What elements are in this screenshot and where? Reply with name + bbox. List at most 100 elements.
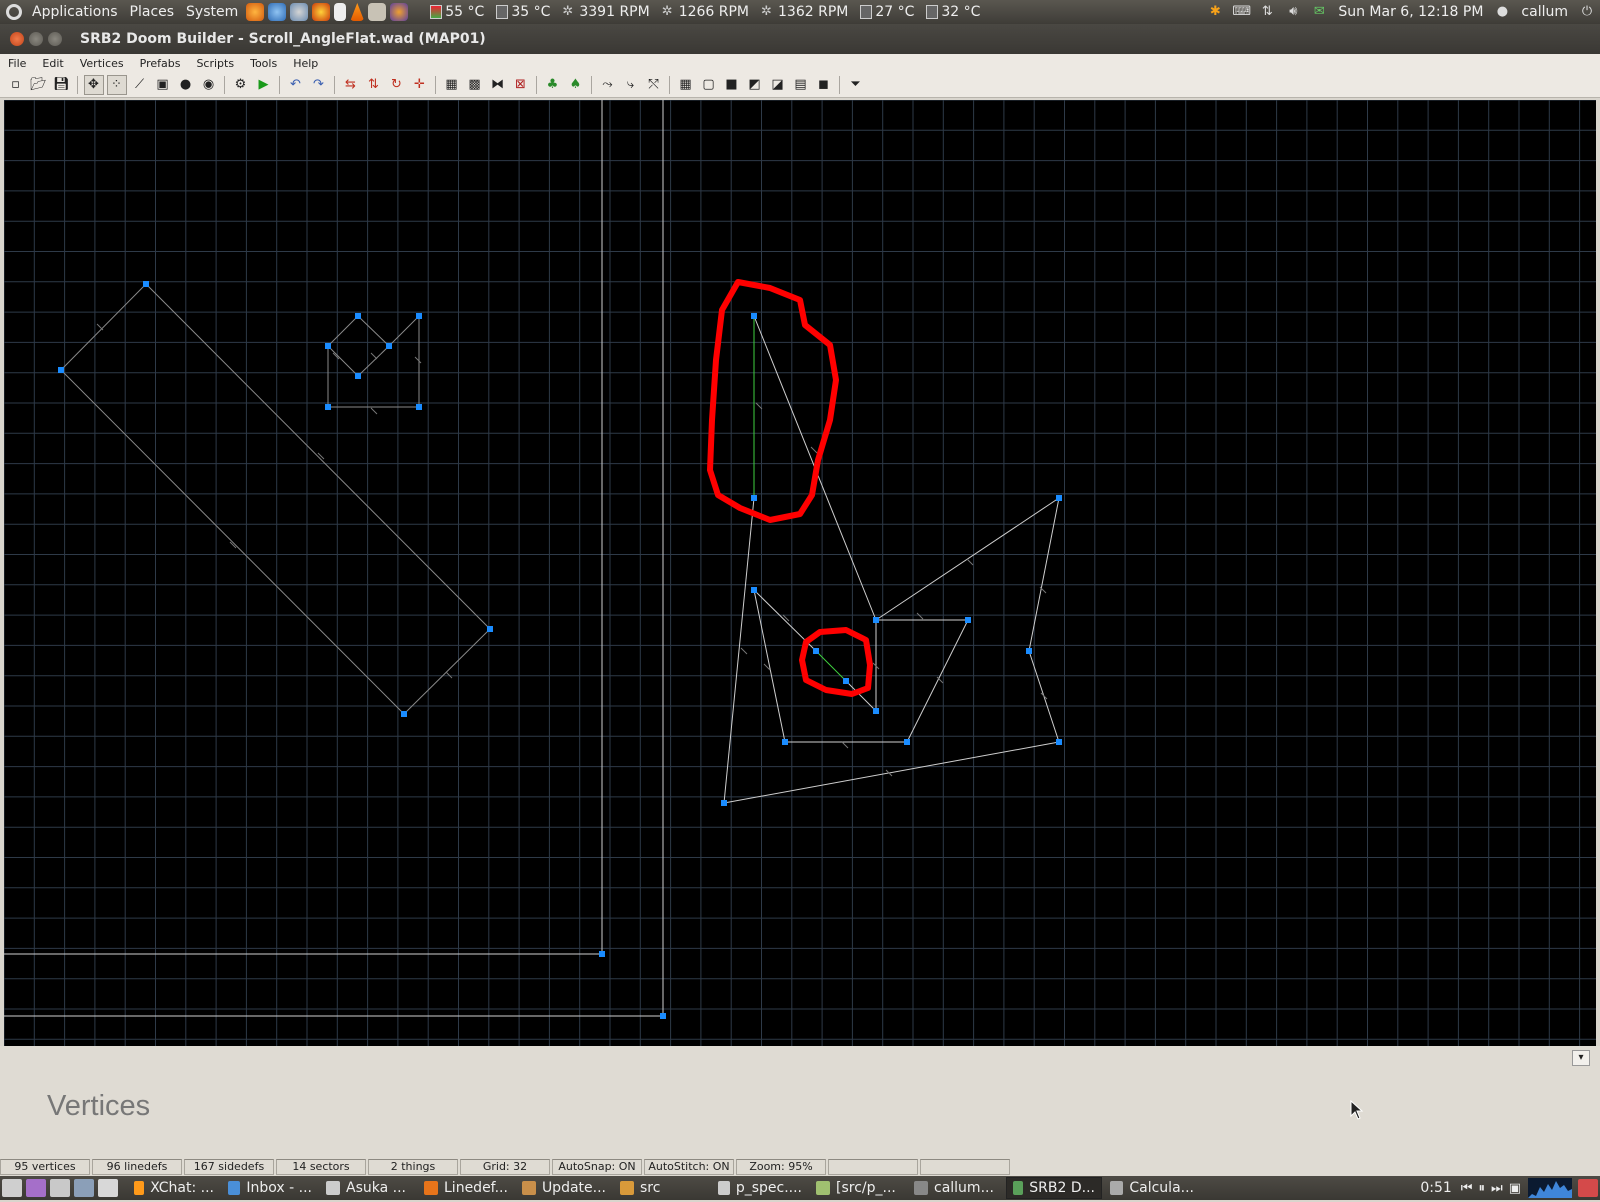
places-menu[interactable]: Places xyxy=(124,0,181,24)
vertex[interactable] xyxy=(58,367,64,373)
tree-alt-icon[interactable]: ♠ xyxy=(566,75,586,95)
rotate-icon[interactable]: ↻ xyxy=(387,75,407,95)
clock[interactable]: Sun Mar 6, 12:18 PM xyxy=(1332,0,1489,24)
network-icon[interactable]: ⇅ xyxy=(1258,4,1276,20)
linedef[interactable] xyxy=(357,345,390,377)
map-vertices[interactable] xyxy=(58,281,1062,1019)
map-svg[interactable] xyxy=(4,100,1596,1046)
taskbar-task[interactable]: p_spec.... xyxy=(712,1177,808,1199)
linedef[interactable] xyxy=(357,315,390,347)
flip-linedef-icon[interactable]: ⇆ xyxy=(341,75,361,95)
linedef[interactable] xyxy=(60,369,405,715)
vertex[interactable] xyxy=(873,617,879,623)
vertex[interactable] xyxy=(843,678,849,684)
merge-icon[interactable]: ⧓ xyxy=(488,75,508,95)
open-map-icon[interactable]: 📂︎ xyxy=(29,75,49,95)
maximize-button[interactable] xyxy=(48,32,62,46)
vertex[interactable] xyxy=(325,343,331,349)
vlc-launcher-icon[interactable] xyxy=(350,3,365,21)
view-3-icon[interactable]: ■ xyxy=(722,75,742,95)
taskbar-task[interactable]: SRB2 D... xyxy=(1006,1177,1102,1199)
system-monitor-graph[interactable] xyxy=(1528,1178,1572,1198)
view-7-icon[interactable]: ◼ xyxy=(814,75,834,95)
xchat-launcher-icon[interactable] xyxy=(312,3,331,21)
split-icon[interactable]: ⤷ xyxy=(621,75,641,95)
menu-scripts[interactable]: Scripts xyxy=(188,57,242,70)
linedef[interactable] xyxy=(388,315,420,347)
vertex[interactable] xyxy=(751,313,757,319)
redo-icon[interactable]: ↷ xyxy=(309,75,329,95)
vertex[interactable] xyxy=(813,648,819,654)
view-2-icon[interactable]: ▢ xyxy=(699,75,719,95)
map-canvas[interactable] xyxy=(4,100,1596,1046)
minimize-button[interactable] xyxy=(29,32,43,46)
linedef[interactable] xyxy=(815,650,847,682)
thunderbird-launcher-icon[interactable] xyxy=(268,3,287,21)
snap-icon[interactable]: ✛ xyxy=(410,75,430,95)
map-linedefs[interactable] xyxy=(4,100,1060,1017)
taskbar-task[interactable]: Asuka ... xyxy=(320,1177,416,1199)
vertex[interactable] xyxy=(904,739,910,745)
things-mode-icon[interactable]: ● xyxy=(176,75,196,95)
ubuntu-logo-icon[interactable] xyxy=(6,4,22,20)
pidgin-launcher-icon[interactable] xyxy=(290,3,309,21)
workspace-2-icon[interactable] xyxy=(50,1179,70,1197)
linedef[interactable] xyxy=(145,283,491,630)
applications-menu[interactable]: Applications xyxy=(26,0,124,24)
system-menu[interactable]: System xyxy=(180,0,244,24)
firefox-launcher-icon[interactable] xyxy=(246,3,265,21)
menu-prefabs[interactable]: Prefabs xyxy=(132,57,189,70)
mail-icon[interactable]: ✉ xyxy=(1310,4,1328,20)
menu-file[interactable]: File xyxy=(0,57,34,70)
vertex[interactable] xyxy=(873,708,879,714)
save-map-icon[interactable]: 💾︎ xyxy=(52,75,72,95)
show-desktop-icon[interactable] xyxy=(2,1179,22,1197)
power-icon[interactable]: ⏻ xyxy=(1578,4,1596,20)
linedef[interactable] xyxy=(327,315,359,347)
linedef[interactable] xyxy=(906,619,969,743)
vertex[interactable] xyxy=(1056,739,1062,745)
vertex[interactable] xyxy=(965,617,971,623)
vertex[interactable] xyxy=(751,495,757,501)
close-button[interactable] xyxy=(10,32,24,46)
taskbar-task[interactable]: Inbox - ... xyxy=(222,1177,318,1199)
curve-icon[interactable]: ⤳ xyxy=(598,75,618,95)
previous-track-icon[interactable]: ⏮ xyxy=(1461,1181,1473,1196)
linedef[interactable] xyxy=(327,345,359,377)
vertex[interactable] xyxy=(401,711,407,717)
workspace-4-icon[interactable] xyxy=(98,1179,118,1197)
vertex[interactable] xyxy=(660,1013,666,1019)
video-editor-launcher-icon[interactable] xyxy=(368,3,387,21)
vertex[interactable] xyxy=(721,800,727,806)
linedef[interactable] xyxy=(723,741,1060,804)
vertex[interactable] xyxy=(487,626,493,632)
view-1-icon[interactable]: ▦ xyxy=(676,75,696,95)
next-track-icon[interactable]: ⏭ xyxy=(1491,1181,1503,1196)
grid-icon[interactable]: ▦ xyxy=(442,75,462,95)
vertex[interactable] xyxy=(782,739,788,745)
vertex[interactable] xyxy=(1026,648,1032,654)
linedefs-mode-icon[interactable]: ⟋ xyxy=(130,75,150,95)
linedef[interactable] xyxy=(403,628,491,715)
text-editor-launcher-icon[interactable] xyxy=(334,3,347,21)
linedef[interactable] xyxy=(1028,497,1060,652)
taskbar-task[interactable]: XChat: ... xyxy=(128,1177,220,1199)
3d-mode-icon[interactable]: ◉ xyxy=(199,75,219,95)
join-icon[interactable]: ⤲ xyxy=(644,75,664,95)
taskbar-task[interactable]: src xyxy=(614,1177,710,1199)
view-6-icon[interactable]: ▤ xyxy=(791,75,811,95)
screenshot-launcher-icon[interactable] xyxy=(390,3,409,21)
vertices-mode-icon[interactable]: ⁘ xyxy=(106,74,127,95)
vertex[interactable] xyxy=(355,373,361,379)
view-4-icon[interactable]: ◩ xyxy=(745,75,765,95)
workspace-1-icon[interactable] xyxy=(26,1179,46,1197)
volume-icon[interactable]: 🔊︎ xyxy=(1284,4,1302,20)
vertex[interactable] xyxy=(416,404,422,410)
user-name[interactable]: callum xyxy=(1515,0,1574,24)
linedef[interactable] xyxy=(60,283,147,371)
menu-help[interactable]: Help xyxy=(285,57,326,70)
workspace-3-icon[interactable] xyxy=(74,1179,94,1197)
vertex[interactable] xyxy=(325,404,331,410)
test-map-icon[interactable]: ▶ xyxy=(254,75,274,95)
taskbar-task[interactable]: Linedef... xyxy=(418,1177,514,1199)
